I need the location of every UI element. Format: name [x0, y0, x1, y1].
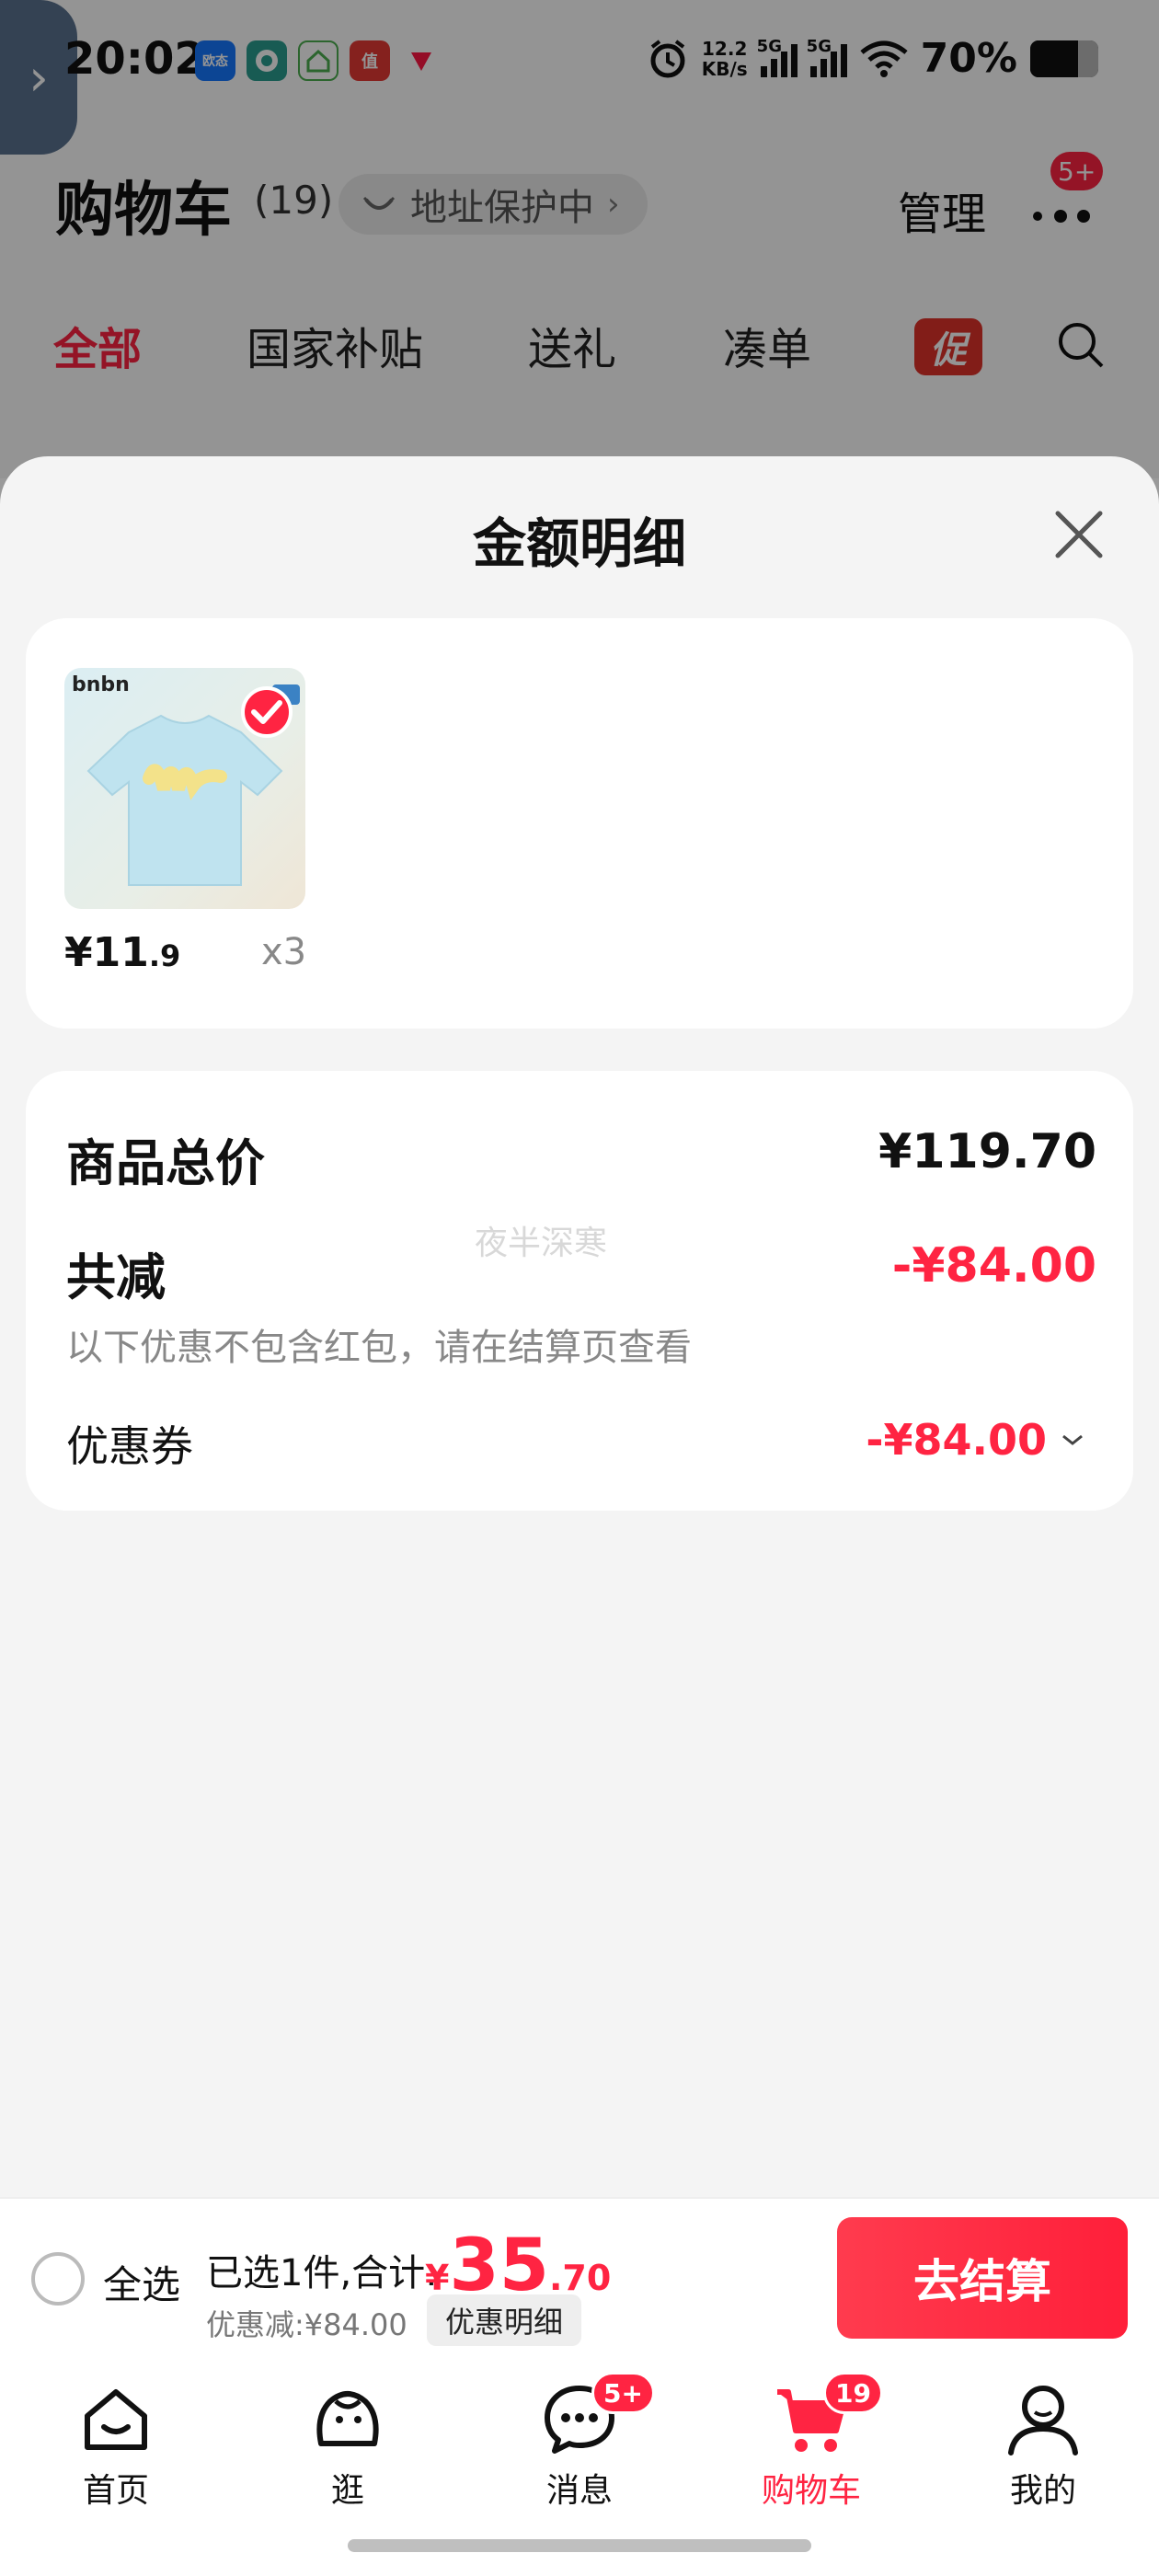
- checkout-button[interactable]: 去结算: [837, 2217, 1128, 2339]
- select-all-label[interactable]: 全选: [103, 2254, 180, 2310]
- tab-profile-label: 我的: [1009, 2472, 1076, 2510]
- product-thumbnail[interactable]: bnbn: [64, 668, 305, 909]
- selected-items-card: bnbn ¥11.9 x3: [26, 618, 1133, 1029]
- coupon-label: 优惠券: [66, 1421, 193, 1471]
- browse-icon: [316, 2391, 379, 2446]
- tshirt-image: [86, 714, 283, 886]
- close-icon[interactable]: [1047, 502, 1111, 567]
- modal-overlay[interactable]: [0, 0, 1159, 478]
- reduce-value: -¥84.00: [891, 1238, 1096, 1294]
- reduce-label: 共减: [66, 1248, 166, 1306]
- messages-badge: 5+: [591, 2372, 655, 2414]
- watermark-text: 夜半深寒: [475, 1225, 608, 1262]
- tab-browse-label: 逛: [330, 2472, 364, 2510]
- coupon-value-row[interactable]: -¥84.00: [866, 1415, 1085, 1465]
- price-summary-card: 商品总价 ¥119.70 夜半深寒 共减 -¥84.00 以下优惠不包含红包，请…: [26, 1071, 1133, 1511]
- discount-text: 优惠减:¥84.00: [206, 2307, 407, 2342]
- tab-messages[interactable]: 5+ 消息: [506, 2370, 655, 2512]
- chevron-down-icon: [1062, 1434, 1083, 1445]
- total-price-value: ¥119.70: [878, 1124, 1096, 1179]
- total-price-label: 商品总价: [66, 1134, 265, 1192]
- select-all-radio[interactable]: [31, 2252, 85, 2306]
- tab-browse[interactable]: 逛: [274, 2370, 421, 2512]
- discount-detail-button[interactable]: 优惠明细: [427, 2294, 582, 2346]
- sheet-title: 金额明细: [472, 512, 686, 575]
- checkout-bar: 全选 已选1件,合计: ¥35.70 优惠减:¥84.00 优惠明细 去结算: [0, 2197, 1159, 2359]
- coupon-value: -¥84.00: [866, 1415, 1047, 1465]
- tab-home[interactable]: 首页: [42, 2370, 189, 2512]
- item-quantity: x3: [261, 931, 307, 973]
- tab-profile[interactable]: 我的: [970, 2370, 1117, 2512]
- item-price: ¥11.9: [64, 929, 181, 976]
- tab-home-label: 首页: [82, 2472, 149, 2510]
- tab-cart[interactable]: 19 购物车: [738, 2370, 885, 2512]
- reduce-note: 以下优惠不包含红包，请在结算页查看: [66, 1327, 692, 1369]
- cart-badge: 19: [823, 2372, 883, 2414]
- selected-count-text: 已选1件,合计:: [206, 2252, 438, 2294]
- home-indicator[interactable]: [348, 2539, 811, 2552]
- tab-messages-label: 消息: [545, 2472, 613, 2510]
- profile-icon: [1008, 2386, 1078, 2455]
- tab-cart-label: 购物车: [761, 2472, 861, 2510]
- home-icon: [85, 2389, 147, 2450]
